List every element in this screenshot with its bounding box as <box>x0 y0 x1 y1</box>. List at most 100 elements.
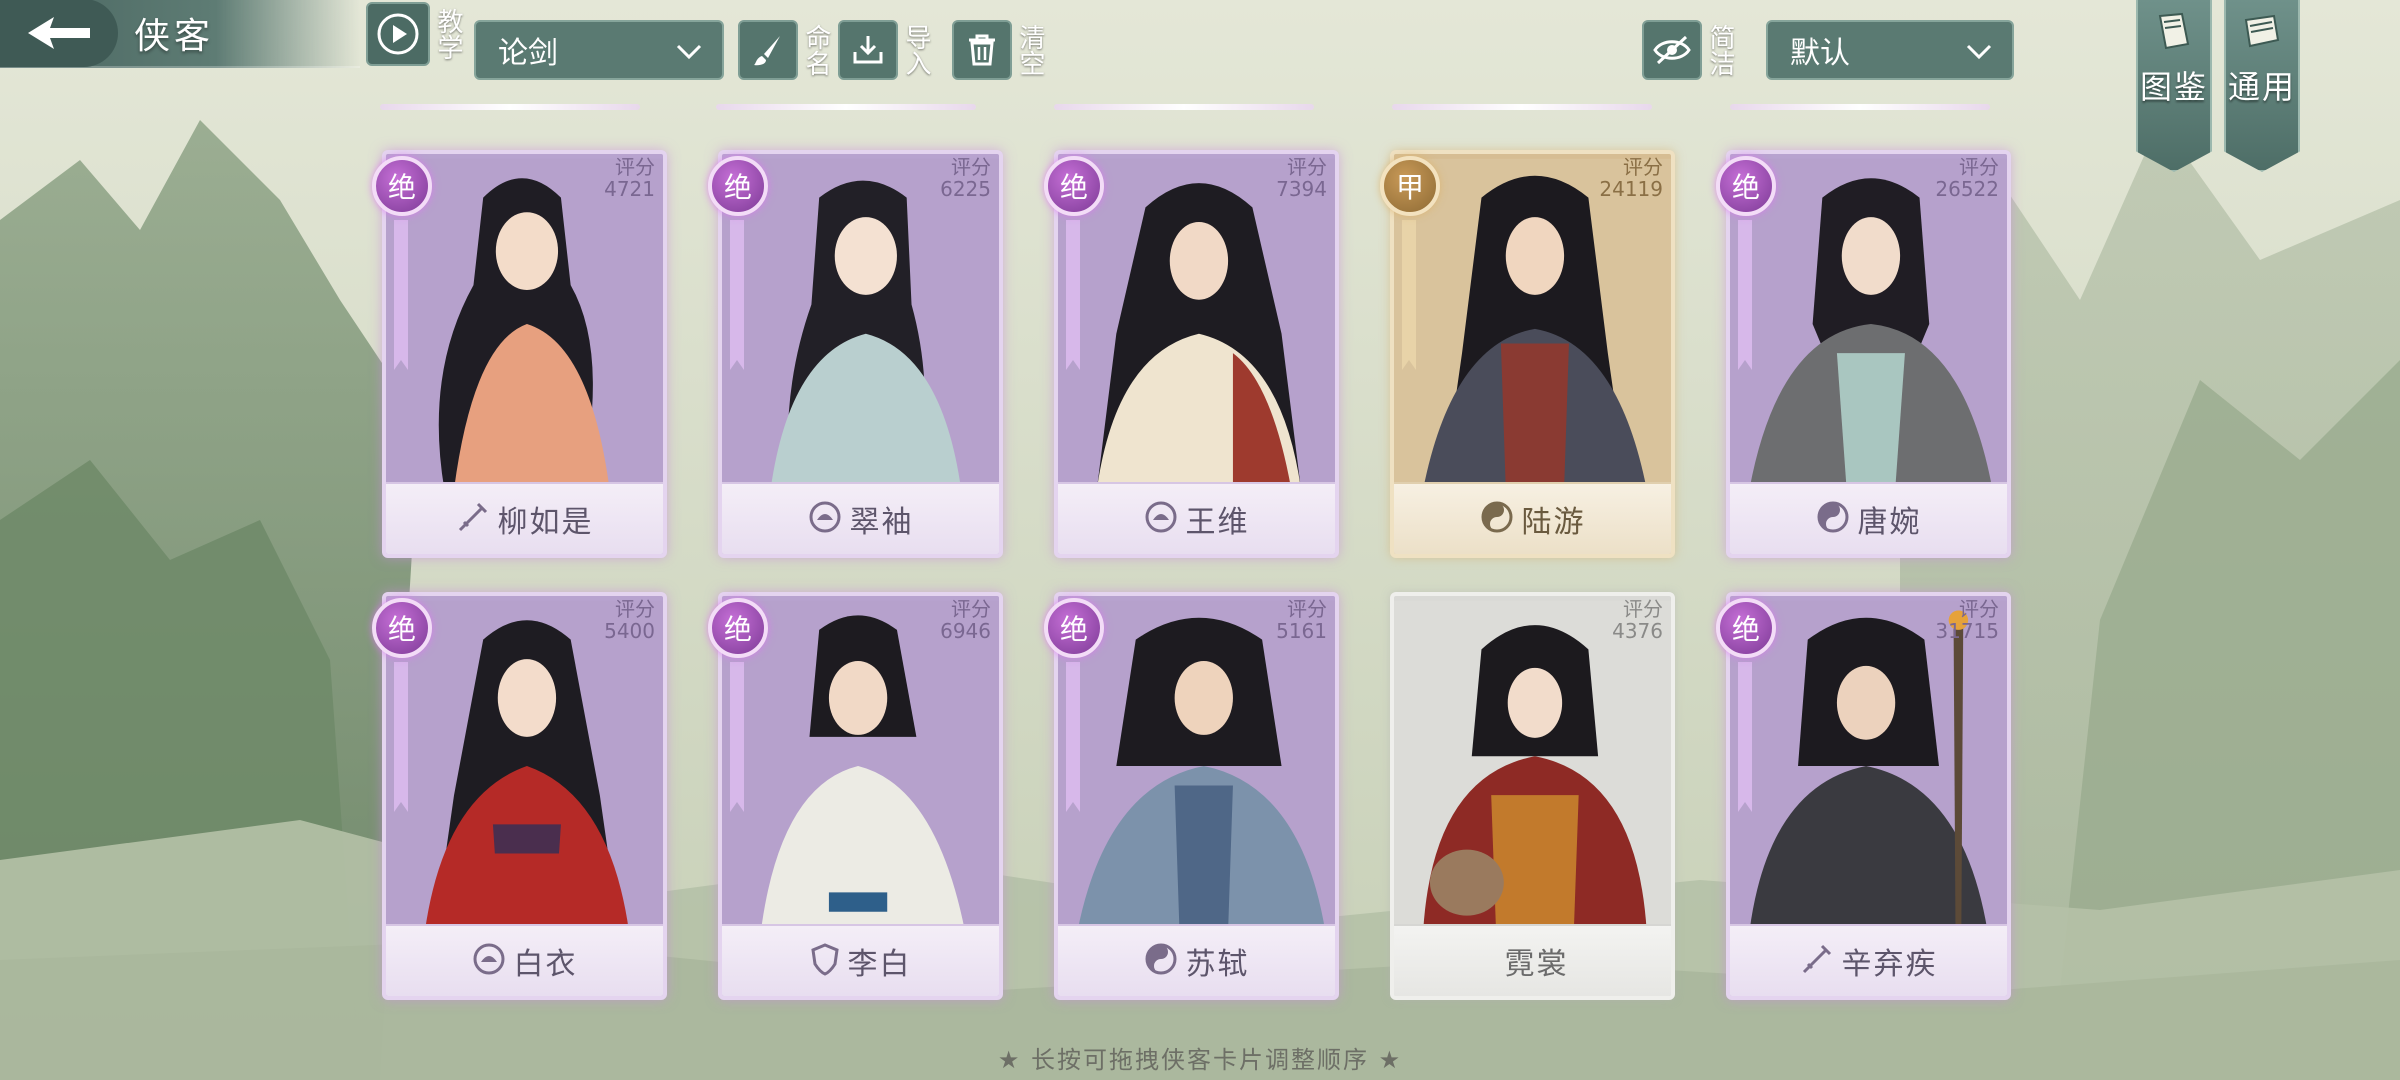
rarity-badge: 绝 <box>1716 598 1776 658</box>
taiji-icon <box>1480 500 1514 538</box>
hero-card[interactable]: 评分 5400 白衣 绝 <box>372 592 667 1000</box>
hero-name: 王维 <box>1185 505 1250 540</box>
sword-icon <box>1800 942 1834 980</box>
mode-select[interactable]: 论剑 <box>474 20 724 80</box>
hero-portrait <box>1730 158 2007 490</box>
teach-button[interactable]: 教学 <box>366 2 463 66</box>
ribbon-icon <box>1066 662 1080 812</box>
score-value: 26522 <box>1935 177 1999 201</box>
score-label: 评分 <box>951 155 991 179</box>
page-title: 侠客 <box>134 16 215 57</box>
rarity-badge: 甲 <box>1380 156 1440 216</box>
hero-card[interactable]: 评分 31715 辛弃疾 绝 <box>1716 592 2011 1000</box>
rarity-badge: 绝 <box>1044 156 1104 216</box>
score-label: 评分 <box>1287 155 1327 179</box>
rarity-badge: 绝 <box>372 156 432 216</box>
rarity-badge: 绝 <box>708 598 768 658</box>
hero-name: 陆游 <box>1521 505 1586 540</box>
score-label: 评分 <box>1623 155 1663 179</box>
simple-toggle[interactable]: 简洁 <box>1642 20 1735 80</box>
hero-name: 李白 <box>847 947 912 982</box>
sort-select-value: 默认 <box>1790 36 1850 71</box>
sort-select[interactable]: 默认 <box>1766 20 2014 80</box>
ribbon-icon <box>1738 662 1752 812</box>
score-value: 4376 <box>1612 619 1663 643</box>
hero-card-grid: 评分 4721 柳如是 绝 评分 6225 翠袖 绝 评分 7394 王维 绝 … <box>0 0 2400 1080</box>
row-separator <box>1392 104 1652 110</box>
lotus-icon <box>808 500 842 538</box>
ribbon-icon <box>730 662 744 812</box>
chevron-down-icon <box>1966 33 1992 68</box>
hero-card[interactable]: 评分 4376 霓裳 <box>1390 592 1675 1000</box>
rarity-badge: 绝 <box>1044 598 1104 658</box>
back-button[interactable]: 侠客 <box>0 0 360 68</box>
eye-off-icon <box>1642 20 1702 80</box>
hero-portrait <box>722 158 999 490</box>
score-value: 31715 <box>1935 619 1999 643</box>
hero-portrait <box>1394 158 1671 490</box>
hero-card[interactable]: 评分 5161 苏轼 绝 <box>1044 592 1339 1000</box>
hero-name: 辛弃疾 <box>1841 947 1938 982</box>
simple-label: 简洁 <box>1705 24 1735 76</box>
shield-icon <box>810 942 840 980</box>
hero-name: 翠袖 <box>849 505 914 540</box>
chevron-down-icon <box>676 33 702 68</box>
score-label: 评分 <box>1623 597 1663 621</box>
row-separator <box>1054 104 1314 110</box>
rename-label: 命名 <box>801 24 831 76</box>
score-value: 5161 <box>1276 619 1327 643</box>
mode-select-value: 论剑 <box>498 36 558 71</box>
top-bar: 侠客 教学 论剑 命名 导入 清空 简洁 默认 图鉴 通用 <box>0 0 2400 172</box>
rarity-badge: 绝 <box>1716 156 1776 216</box>
book-icon <box>2152 10 2196 58</box>
trash-icon <box>952 20 1012 80</box>
general-tab[interactable]: 通用 <box>2224 0 2300 172</box>
score-label: 评分 <box>1287 597 1327 621</box>
rename-button[interactable]: 命名 <box>738 20 831 80</box>
codex-tab[interactable]: 图鉴 <box>2136 0 2212 172</box>
score-value: 24119 <box>1599 177 1663 201</box>
hero-portrait <box>386 158 663 490</box>
import-label: 导入 <box>901 24 931 76</box>
ribbon-icon <box>730 220 744 370</box>
hero-name: 柳如是 <box>497 505 594 540</box>
hero-name: 霓裳 <box>1504 947 1569 982</box>
scroll-icon <box>2240 10 2284 58</box>
hero-card[interactable]: 评分 6946 李白 绝 <box>708 592 1003 1000</box>
ribbon-icon <box>1066 220 1080 370</box>
score-label: 评分 <box>1959 155 1999 179</box>
hero-name: 苏轼 <box>1185 947 1250 982</box>
ribbon-icon <box>1738 220 1752 370</box>
hero-card[interactable]: 评分 7394 王维 绝 <box>1044 150 1339 558</box>
score-label: 评分 <box>615 155 655 179</box>
score-value: 6225 <box>940 177 991 201</box>
import-button[interactable]: 导入 <box>838 20 931 80</box>
play-icon <box>366 2 430 66</box>
taiji-icon <box>1144 942 1178 980</box>
row-separator <box>1730 104 1990 110</box>
clear-button[interactable]: 清空 <box>952 20 1045 80</box>
ribbon-icon <box>394 662 408 812</box>
hero-portrait <box>386 600 663 932</box>
rarity-badge: 绝 <box>708 156 768 216</box>
ribbon-icon <box>1402 220 1416 370</box>
hero-portrait <box>1058 158 1335 490</box>
teach-label: 教学 <box>433 8 463 60</box>
drag-hint: ★ 长按可拖拽侠客卡片调整顺序 ★ <box>997 1046 1403 1074</box>
hero-card[interactable]: 评分 4721 柳如是 绝 <box>372 150 667 558</box>
taiji-icon <box>1816 500 1850 538</box>
ribbon-icon <box>394 220 408 370</box>
score-value: 5400 <box>604 619 655 643</box>
hero-card[interactable]: 评分 26522 唐婉 绝 <box>1716 150 2011 558</box>
hero-card[interactable]: 评分 6225 翠袖 绝 <box>708 150 1003 558</box>
score-label: 评分 <box>615 597 655 621</box>
clear-label: 清空 <box>1015 24 1045 76</box>
score-value: 6946 <box>940 619 991 643</box>
row-separator <box>380 104 640 110</box>
rarity-badge: 绝 <box>372 598 432 658</box>
back-arrow-icon <box>0 0 118 67</box>
codex-label: 图鉴 <box>2139 68 2208 106</box>
hero-card[interactable]: 评分 24119 陆游 甲 <box>1380 150 1675 558</box>
score-value: 4721 <box>604 177 655 201</box>
hero-portrait <box>722 600 999 932</box>
